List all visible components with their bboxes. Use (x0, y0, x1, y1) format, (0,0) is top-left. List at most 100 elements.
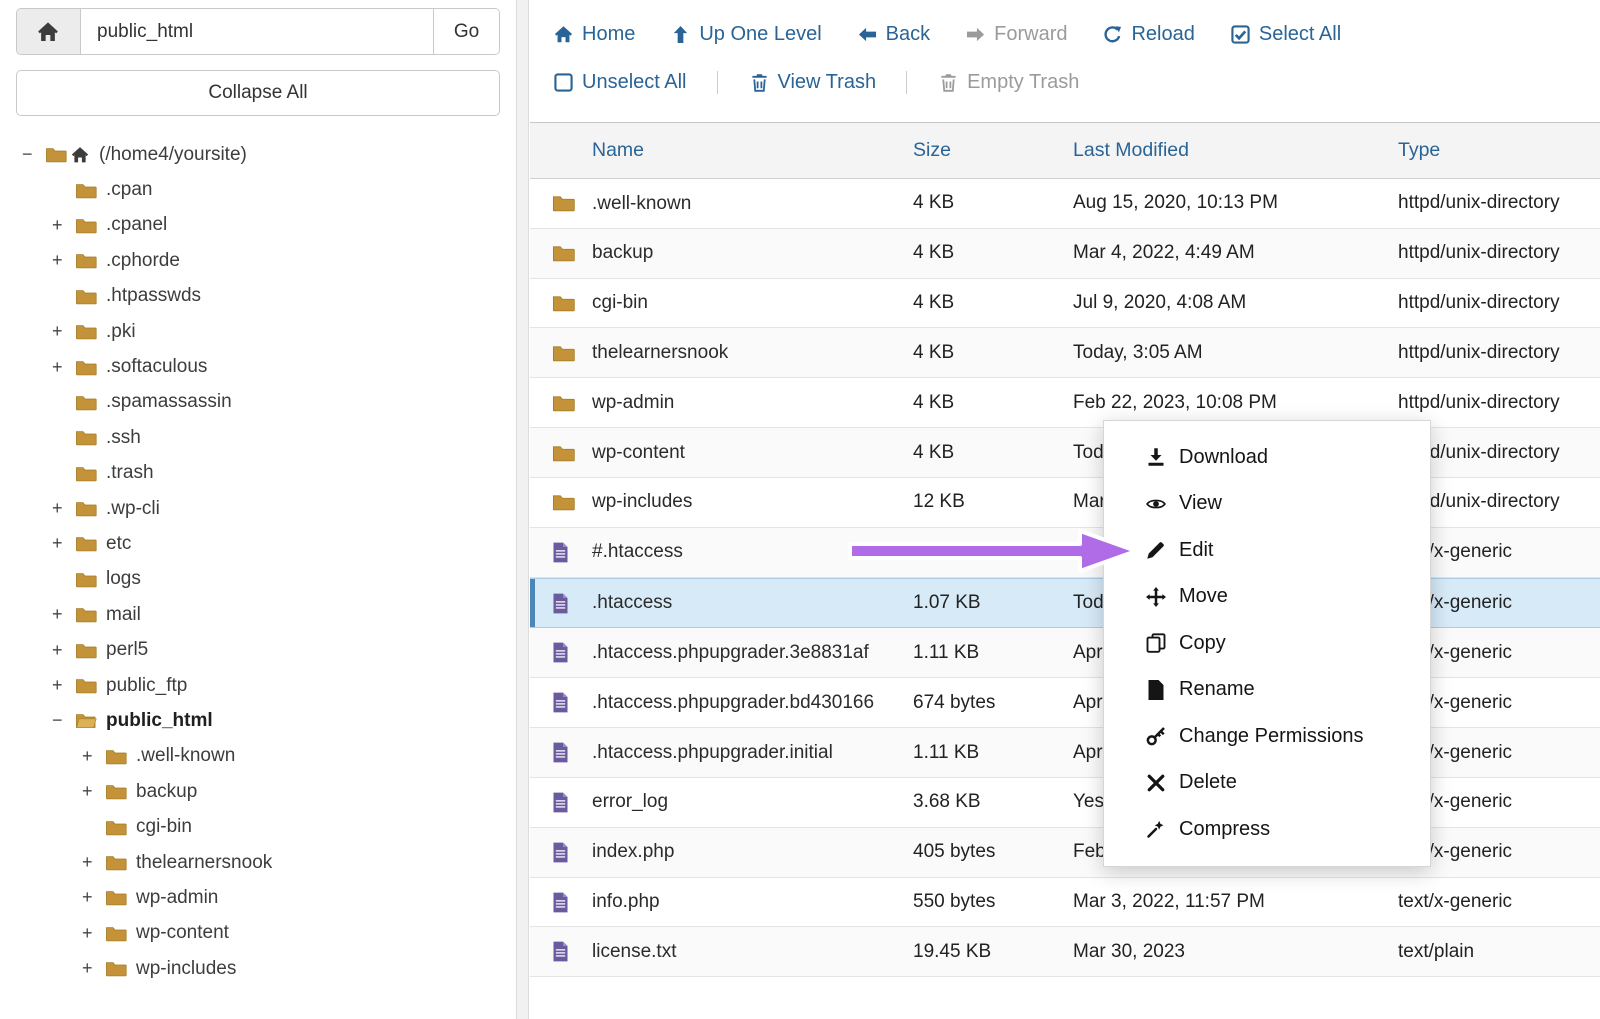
tree-item[interactable]: + .well-known (16, 739, 500, 774)
tree-expander[interactable]: + (52, 357, 75, 378)
folder-icon (75, 500, 97, 517)
context-menu-item-view[interactable]: View (1104, 481, 1430, 528)
tree-item[interactable]: + wp-content (16, 916, 500, 951)
context-menu-item-edit[interactable]: Edit (1104, 527, 1430, 574)
table-row[interactable]: wp-includes 12 KB Mar httpd/unix-directo… (530, 478, 1600, 528)
trash-icon (750, 73, 769, 92)
context-menu-item-move[interactable]: Move (1104, 574, 1430, 621)
tree-expander[interactable]: + (52, 215, 75, 236)
collapse-all-button[interactable]: Collapse All (16, 70, 500, 116)
table-row[interactable]: .htaccess 1.07 KB Today text/x-generic (530, 578, 1600, 629)
context-menu-item-change-permissions[interactable]: Change Permissions (1104, 713, 1430, 760)
table-row[interactable]: license.txt 19.45 KB Mar 30, 2023 text/p… (530, 927, 1600, 977)
tree-expander[interactable]: − (22, 144, 45, 165)
tree-item[interactable]: + backup (16, 774, 500, 809)
folder-icon (75, 288, 97, 305)
download-icon (1146, 447, 1166, 467)
tree-expander[interactable]: + (82, 923, 105, 944)
table-row[interactable]: backup 4 KB Mar 4, 2022, 4:49 AM httpd/u… (530, 229, 1600, 279)
tree-item[interactable]: + wp-includes (16, 951, 500, 986)
tree-expander[interactable]: + (52, 675, 75, 696)
tree-expander[interactable]: − (52, 710, 75, 731)
toolbar-button-home[interactable]: Home (554, 23, 635, 46)
tree-item-label: backup (136, 781, 197, 803)
file-name-cell: error_log (592, 789, 913, 815)
tree-expander[interactable]: + (52, 321, 75, 342)
toolbar-button-select-all[interactable]: Select All (1231, 23, 1341, 46)
tree-item[interactable]: + .wp-cli (16, 491, 500, 526)
tree-item[interactable]: logs (16, 562, 500, 597)
tree-item[interactable]: + .cphorde (16, 243, 500, 278)
toolbar-button-empty-trash[interactable]: Empty Trash (906, 71, 1079, 94)
toolbar-button-back[interactable]: Back (858, 23, 930, 46)
tree-item[interactable]: .ssh (16, 420, 500, 455)
table-row[interactable]: .well-known 4 KB Aug 15, 2020, 10:13 PM … (530, 179, 1600, 229)
tree-item[interactable]: + wp-admin (16, 880, 500, 915)
home-directory-button[interactable] (17, 9, 81, 54)
tree-item[interactable]: + .pki (16, 314, 500, 349)
table-row[interactable]: .htaccess.phpupgrader.bd430166 674 bytes… (530, 678, 1600, 728)
toolbar-button-up-one-level[interactable]: Up One Level (671, 23, 821, 46)
column-header-size[interactable]: Size (913, 139, 1073, 162)
tree-item[interactable]: .trash (16, 456, 500, 491)
context-menu-item-rename[interactable]: Rename (1104, 667, 1430, 714)
table-row[interactable]: .htaccess.phpupgrader.3e8831af 1.11 KB A… (530, 628, 1600, 678)
table-row[interactable]: .htaccess.phpupgrader.initial 1.11 KB Ap… (530, 728, 1600, 778)
tree-expander[interactable]: + (82, 852, 105, 873)
tree-item[interactable]: + thelearnersnook (16, 845, 500, 880)
table-row[interactable]: cgi-bin 4 KB Jul 9, 2020, 4:08 AM httpd/… (530, 279, 1600, 329)
tree-item[interactable]: − (/home4/yoursite) (16, 137, 500, 172)
context-menu-item-copy[interactable]: Copy (1104, 620, 1430, 667)
tree-expander[interactable]: + (52, 533, 75, 554)
tree-item[interactable]: + .cpanel (16, 208, 500, 243)
table-row[interactable]: wp-content 4 KB Today httpd/unix-directo… (530, 428, 1600, 478)
tree-expander[interactable]: + (52, 498, 75, 519)
file-name-cell: wp-includes (592, 489, 913, 515)
column-header-modified[interactable]: Last Modified (1073, 139, 1398, 162)
tree-expander[interactable]: + (82, 781, 105, 802)
toolbar-button-reload[interactable]: Reload (1103, 23, 1194, 46)
folder-icon (552, 444, 592, 462)
folder-icon (105, 854, 127, 871)
table-row[interactable]: info.php 550 bytes Mar 3, 2022, 11:57 PM… (530, 878, 1600, 928)
file-name-cell: backup (592, 240, 913, 266)
tree-item[interactable]: .htpasswds (16, 279, 500, 314)
context-menu-item-download[interactable]: Download (1104, 434, 1430, 481)
column-header-name[interactable]: Name (592, 139, 913, 162)
path-navigation-widget: Go (16, 8, 500, 55)
tree-expander[interactable]: + (52, 640, 75, 661)
context-menu-item-compress[interactable]: Compress (1104, 806, 1430, 853)
table-row[interactable]: wp-admin 4 KB Feb 22, 2023, 10:08 PM htt… (530, 378, 1600, 428)
tree-expander[interactable]: + (82, 887, 105, 908)
context-menu-item-delete[interactable]: Delete (1104, 760, 1430, 807)
toolbar-button-forward[interactable]: Forward (966, 23, 1067, 46)
folder-icon (75, 571, 97, 588)
tree-item-label: thelearnersnook (136, 852, 272, 874)
toolbar-button-view-trash[interactable]: View Trash (717, 71, 877, 94)
tree-expander[interactable]: + (82, 746, 105, 767)
tree-item[interactable]: .cpan (16, 172, 500, 207)
tree-item[interactable]: .spamassassin (16, 385, 500, 420)
table-row[interactable]: #.htaccess 1.44 KB M text/x-generic (530, 528, 1600, 578)
main-pane: Home Up One Level Back Forward Reload Se… (530, 0, 1600, 1019)
tree-item[interactable]: + mail (16, 597, 500, 632)
tree-item[interactable]: − public_html (16, 703, 500, 738)
tree-item[interactable]: + public_ftp (16, 668, 500, 703)
tree-item[interactable]: + etc (16, 526, 500, 561)
go-button[interactable]: Go (433, 9, 499, 54)
sidebar-scrollbar[interactable] (516, 0, 529, 1019)
table-row[interactable]: error_log 3.68 KB Yes text/x-generic (530, 778, 1600, 828)
tree-expander[interactable]: + (52, 604, 75, 625)
tree-expander[interactable]: + (52, 250, 75, 271)
file-solid-icon (1146, 680, 1166, 700)
tree-item[interactable]: + .softaculous (16, 349, 500, 384)
path-input[interactable] (81, 9, 433, 54)
table-row[interactable]: index.php 405 bytes Feb 6, 2020, 11:33 P… (530, 828, 1600, 878)
column-header-type[interactable]: Type (1398, 139, 1600, 162)
toolbar-button-unselect-all[interactable]: Unselect All (554, 71, 687, 94)
tree-item[interactable]: cgi-bin (16, 809, 500, 844)
tree-item[interactable]: + perl5 (16, 632, 500, 667)
context-menu-item-label: Move (1179, 585, 1228, 608)
table-row[interactable]: thelearnersnook 4 KB Today, 3:05 AM http… (530, 328, 1600, 378)
tree-expander[interactable]: + (82, 958, 105, 979)
